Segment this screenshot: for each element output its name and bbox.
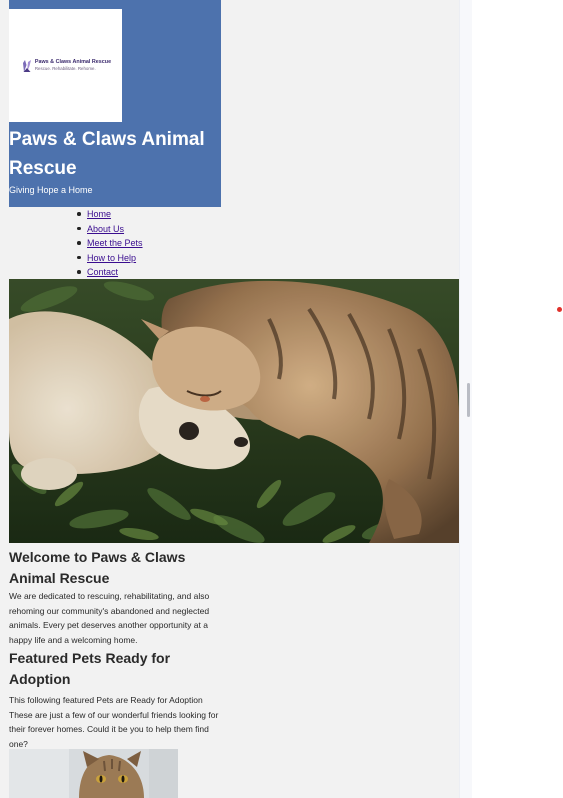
featured-body: These are just a few of our wonderful fr… [9,709,219,749]
cat-and-dog-photo [9,279,459,543]
featured-section: Featured Pets Ready for Adoption This fo… [9,648,223,751]
nav-link-home[interactable]: Home [87,209,111,219]
featured-pet-image[interactable] [9,749,178,798]
page-left-margin [0,0,9,798]
nav-item-help: How to Help [75,251,143,266]
nav-link-pets[interactable]: Meet the Pets [87,238,143,248]
welcome-section: Welcome to Paws & Claws Animal Rescue We… [9,546,223,647]
logo-text: Paws & Claws Animal Rescue Rescue. Rehab… [34,59,112,71]
site-title: Paws & Claws Animal Rescue [9,129,205,179]
bullet-icon [77,255,81,259]
site-tagline: Giving Hope a Home [9,185,93,195]
site-header: Paws & Claws Animal Rescue Rescue. Rehab… [9,0,221,207]
site-logo[interactable]: Paws & Claws Animal Rescue Rescue. Rehab… [9,9,122,122]
bullet-icon [77,270,81,274]
featured-heading: Featured Pets Ready for Adoption [9,650,171,687]
page-viewport: Paws & Claws Animal Rescue Rescue. Rehab… [0,0,459,798]
bullet-icon [77,226,81,230]
nav-item-about: About Us [75,222,143,237]
logo-tagline: Rescue. Rehabilitate. Rehome. [34,65,96,71]
nav-list: Home About Us Meet the Pets How to Help … [75,207,143,280]
tabby-cat-photo [9,749,178,798]
scrollbar-thumb[interactable] [467,383,470,417]
mouse-cursor-indicator [557,307,562,312]
browser-window: Paws & Claws Animal Rescue Rescue. Rehab… [0,0,563,798]
featured-intro: This following featured Pets are Ready f… [9,693,223,751]
hero-image [9,279,459,543]
bullet-icon [77,241,81,245]
nav-link-help[interactable]: How to Help [87,253,136,263]
bullet-icon [77,212,81,216]
nav-link-about[interactable]: About Us [87,224,124,234]
welcome-heading: Welcome to Paws & Claws Animal Rescue [9,549,186,586]
main-navigation: Home About Us Meet the Pets How to Help … [75,207,143,280]
vertical-scrollbar[interactable] [459,0,472,798]
welcome-body: We are dedicated to rescuing, rehabilita… [9,591,210,645]
nav-item-contact: Contact [75,265,143,280]
featured-line: This following featured Pets are Ready f… [9,695,203,705]
nav-link-contact[interactable]: Contact [87,267,118,277]
nav-item-home: Home [75,207,143,222]
logo-lockup: Paws & Claws Animal Rescue Rescue. Rehab… [22,59,111,73]
paw-logo-icon [22,59,31,72]
nav-item-pets: Meet the Pets [75,236,143,251]
logo-name: Paws & Claws Animal Rescue [34,59,112,66]
